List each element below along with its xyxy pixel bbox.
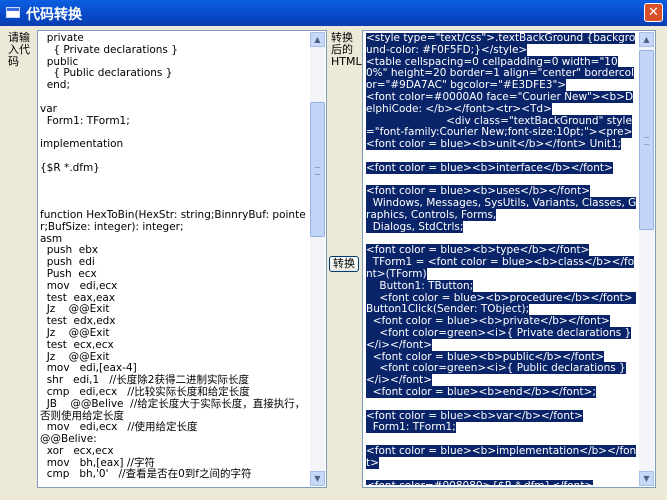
- output-scroll-thumb[interactable]: [639, 50, 654, 230]
- window-title: 代码转换: [26, 7, 82, 23]
- title-bar[interactable]: 代码转换 ✕: [0, 0, 667, 26]
- output-label: 转换 后的 HTML: [331, 31, 362, 68]
- close-button[interactable]: ✕: [644, 3, 663, 22]
- app-icon: [6, 7, 20, 18]
- input-code-textarea[interactable]: private { Private declarations } public …: [37, 30, 327, 488]
- selected-text: <style type="text/css">.textBackGround {…: [366, 33, 637, 485]
- input-scroll-thumb[interactable]: [310, 102, 325, 237]
- scroll-up-icon[interactable]: ▲: [310, 32, 325, 47]
- scroll-down-icon[interactable]: ▼: [310, 471, 325, 486]
- scroll-up-icon[interactable]: ▲: [639, 32, 654, 47]
- output-scrollbar[interactable]: ▲ ▼: [639, 32, 654, 486]
- output-html-text[interactable]: <style type="text/css">.textBackGround {…: [366, 33, 638, 485]
- input-label: 请输 入代 码: [8, 31, 30, 68]
- input-scrollbar[interactable]: ▲ ▼: [310, 32, 325, 486]
- output-html-textarea[interactable]: <style type="text/css">.textBackGround {…: [362, 30, 656, 488]
- scroll-down-icon[interactable]: ▼: [639, 471, 654, 486]
- convert-button[interactable]: 转换: [329, 256, 359, 272]
- input-code-text[interactable]: private { Private declarations } public …: [40, 33, 309, 485]
